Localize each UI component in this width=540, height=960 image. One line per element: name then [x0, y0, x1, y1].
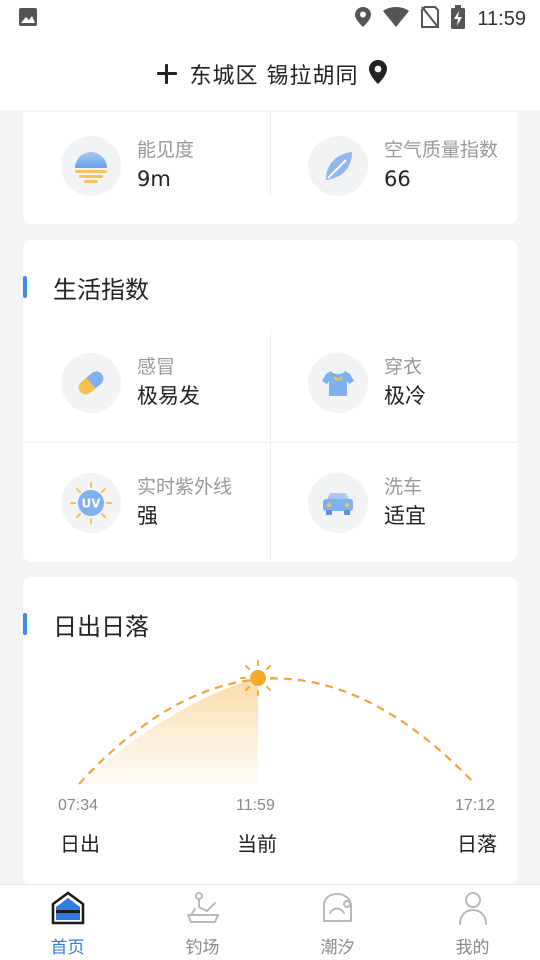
cold-index-cell[interactable]: 感冒 极易发 — [61, 353, 200, 413]
fishing-spot-icon — [185, 891, 221, 929]
divider — [23, 442, 517, 443]
no-sim-icon — [421, 6, 440, 32]
nav-label-tide: 潮汐 — [320, 938, 355, 958]
tide-icon — [320, 891, 356, 929]
nav-item-tide[interactable]: 潮汐 — [270, 885, 405, 960]
car-wash-index-cell[interactable]: 洗车 适宜 — [308, 473, 426, 533]
location-title[interactable]: 东城区 锡拉胡同 — [190, 58, 359, 90]
location-icon — [355, 7, 372, 31]
header: 东城区 锡拉胡同 — [0, 38, 540, 110]
visibility-icon — [61, 136, 121, 196]
uv-icon: UV — [61, 473, 121, 533]
status-time: 11:59 — [477, 7, 526, 30]
nav-item-fishing-spot[interactable]: 钓场 — [135, 885, 270, 960]
sunrise-sunset-title: 日出日落 — [53, 613, 149, 641]
elapsed-daylight-area — [79, 678, 258, 784]
car-wash-index-value: 适宜 — [384, 504, 426, 528]
nav-label-fishing-spot: 钓场 — [185, 938, 220, 958]
uv-index-cell[interactable]: UV 实时紫外线 强 — [61, 473, 232, 533]
status-bar: 11:59 — [0, 0, 540, 38]
aqi-cell: 空气质量指数 66 — [308, 136, 498, 196]
sunrise-sunset-card: 日出日落 07:34 11:59 17:12 日出 当前 日落 — [23, 577, 517, 885]
dressing-index-value: 极冷 — [384, 384, 426, 408]
visibility-cell: 能见度 9m — [61, 136, 194, 196]
current-time: 11:59 — [236, 797, 275, 814]
sun-arc-chart — [78, 660, 476, 785]
uv-index-value: 强 — [137, 504, 158, 528]
cold-index-label: 感冒 — [137, 356, 176, 378]
car-wash-index-label: 洗车 — [384, 476, 423, 498]
car-icon — [308, 473, 368, 533]
sunrise-label: 日出 — [60, 832, 100, 856]
life-index-title: 生活指数 — [53, 276, 149, 304]
shirt-icon — [308, 353, 368, 413]
home-icon — [50, 891, 86, 929]
nav-item-home[interactable]: 首页 — [0, 885, 135, 960]
wifi-icon — [383, 7, 410, 31]
nav-item-profile[interactable]: 我的 — [405, 885, 540, 960]
divider — [270, 112, 271, 196]
weather-details-card: 能见度 9m 空气质量指数 66 — [23, 112, 517, 224]
section-accent-bar — [23, 613, 27, 635]
aqi-value: 66 — [384, 167, 411, 191]
aqi-label: 空气质量指数 — [384, 139, 499, 161]
location-pin-icon[interactable] — [368, 60, 387, 88]
sunrise-time: 07:34 — [58, 797, 99, 814]
current-label: 当前 — [237, 832, 277, 856]
uv-index-label: 实时紫外线 — [137, 476, 233, 498]
sunset-time: 17:12 — [455, 797, 496, 814]
profile-icon — [455, 891, 491, 929]
visibility-label: 能见度 — [137, 139, 195, 161]
life-index-card: 生活指数 感冒 极易发 穿衣 极冷 UV 实时紫外线 强 洗车 适宜 — [23, 240, 517, 562]
plus-icon[interactable] — [154, 61, 180, 87]
cold-index-value: 极易发 — [137, 384, 200, 408]
svg-text:UV: UV — [81, 497, 101, 511]
bottom-nav: 首页 钓场 潮汐 我的 — [0, 884, 540, 960]
dressing-index-label: 穿衣 — [384, 356, 423, 378]
pill-icon — [61, 353, 121, 413]
section-accent-bar — [23, 276, 27, 298]
visibility-value: 9m — [137, 167, 171, 191]
battery-charging-icon — [451, 5, 466, 33]
nav-label-home: 首页 — [50, 938, 85, 958]
divider — [270, 330, 271, 562]
image-icon — [18, 7, 38, 31]
dressing-index-cell[interactable]: 穿衣 极冷 — [308, 353, 426, 413]
leaf-icon — [308, 136, 368, 196]
nav-label-profile: 我的 — [455, 938, 490, 958]
sunset-label: 日落 — [457, 832, 497, 856]
